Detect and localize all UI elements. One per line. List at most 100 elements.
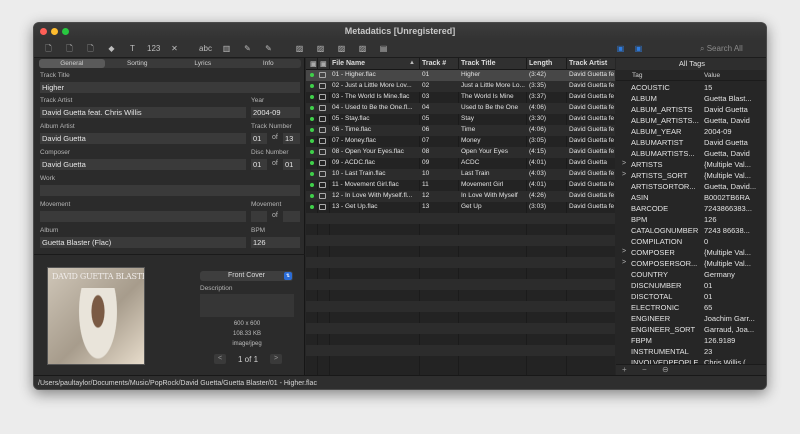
table-row[interactable]: 13 - Get Up.flac 13 Get Up (3:03) David Guet… xyxy=(306,202,615,213)
table-row[interactable] xyxy=(306,279,615,290)
column-length[interactable]: Length xyxy=(529,60,552,67)
track-title-field[interactable]: Higher xyxy=(40,82,300,93)
table-row[interactable] xyxy=(306,257,615,268)
tag-row[interactable]: ALBUM_YEAR 2004-09 xyxy=(616,127,766,138)
disclosure-chevron-icon[interactable]: > xyxy=(622,160,626,167)
table-row[interactable] xyxy=(306,356,615,367)
add-folder-icon[interactable]: 🗋 xyxy=(63,43,76,55)
work-field[interactable] xyxy=(40,185,300,196)
table-row[interactable]: 05 - Stay.flac 05 Stay (3:30) David Guetta f… xyxy=(306,114,615,125)
disclosure-chevron-icon[interactable]: > xyxy=(622,171,626,178)
year-field[interactable]: 2004-09 xyxy=(251,107,300,118)
track-artist-field[interactable]: David Guetta feat. Chris Willis xyxy=(40,107,246,118)
table-row[interactable] xyxy=(306,224,615,235)
table-row[interactable] xyxy=(306,334,615,345)
abc-icon[interactable]: abc xyxy=(199,43,212,55)
tag-icon[interactable]: ◆ xyxy=(105,43,118,55)
column-track-artist[interactable]: Track Artist xyxy=(569,60,607,67)
description-field[interactable] xyxy=(200,294,294,317)
table-row[interactable] xyxy=(306,290,615,301)
track-number-field[interactable]: 01 xyxy=(251,133,267,144)
table-row[interactable]: 12 - In Love With Myself.fl... 12 In Love … xyxy=(306,191,615,202)
table-row[interactable] xyxy=(306,345,615,356)
table-row[interactable]: 07 - Money.flac 07 Money (3:05) David Guetta… xyxy=(306,136,615,147)
table-row[interactable]: 06 - Time.flac 06 Time (4:06) David Guetta f… xyxy=(306,125,615,136)
tag-row[interactable]: ALBUMARTIST David Guetta xyxy=(616,138,766,149)
table-row[interactable] xyxy=(306,268,615,279)
table-row[interactable]: 01 - Higher.flac 01 Higher (3:42) David Guet… xyxy=(306,70,615,81)
table-row[interactable]: 03 - The World Is Mine.flac 03 The World I… xyxy=(306,92,615,103)
table-row[interactable] xyxy=(306,213,615,224)
tag-row[interactable]: ARTISTSORTOR... Guetta, David... xyxy=(616,182,766,193)
tag-row[interactable]: DISCTOTAL 01 xyxy=(616,292,766,303)
table-row[interactable] xyxy=(306,246,615,257)
tag-row[interactable]: ALBUM_ARTISTS David Guetta xyxy=(616,105,766,116)
tools-icon[interactable]: ✕ xyxy=(168,43,181,55)
save-icon[interactable]: ▤ xyxy=(377,43,390,55)
table-row[interactable]: 02 - Just a Little More Lov... 02 Just a L… xyxy=(306,81,615,92)
tag-row[interactable]: COUNTRY Germany xyxy=(616,270,766,281)
library-icon[interactable]: ▥ xyxy=(220,43,233,55)
table-row[interactable]: 10 - Last Train.flac 10 Last Train (4:03) Da… xyxy=(306,169,615,180)
status-column-icon[interactable]: ▣ xyxy=(310,60,317,68)
column-value[interactable]: Value xyxy=(704,72,720,79)
search-field[interactable]: ⌕ Search All xyxy=(700,44,758,55)
tag-row[interactable]: ALBUM Guetta Blast... xyxy=(616,94,766,105)
tab-info[interactable]: Info xyxy=(236,59,302,68)
clean-icon[interactable]: ✎ xyxy=(262,43,275,55)
right-panel-toggle-icon[interactable]: ▣ xyxy=(632,43,645,55)
tag-row[interactable]: ENGINEER Joachim Garr... xyxy=(616,314,766,325)
tag-row[interactable]: ACOUSTIC 15 xyxy=(616,83,766,94)
add-tag-button[interactable]: + xyxy=(622,365,627,374)
track-total-field[interactable]: 13 xyxy=(283,133,300,144)
disc-total-field[interactable]: 01 xyxy=(283,159,300,170)
artwork-column-icon[interactable]: ▣ xyxy=(320,60,327,68)
text-icon[interactable]: T xyxy=(126,43,139,55)
splitter-handle[interactable] xyxy=(34,254,305,257)
tab-sorting[interactable]: Sorting xyxy=(105,59,171,68)
disc-number-field[interactable]: 01 xyxy=(251,159,267,170)
tab-general[interactable]: General xyxy=(39,59,105,68)
movement-number-field[interactable] xyxy=(251,211,267,222)
movement-field[interactable] xyxy=(40,211,246,222)
next-artwork-button[interactable]: > xyxy=(270,354,283,364)
table-row[interactable] xyxy=(306,235,615,246)
album-field[interactable]: Guetta Blaster (Flac) xyxy=(40,237,246,248)
number-icon[interactable]: 123 xyxy=(147,43,160,55)
tag-row[interactable]: DISCNUMBER 01 xyxy=(616,281,766,292)
tag-row[interactable]: > ARTISTS_SORT {Multiple Val... xyxy=(616,171,766,182)
album-artist-field[interactable]: David Guetta xyxy=(40,133,246,144)
table-row[interactable] xyxy=(306,312,615,323)
tag-row[interactable]: ENGINEER_SORT Garraud, Joa... xyxy=(616,325,766,336)
column-track-title[interactable]: Track Title xyxy=(461,60,496,67)
tag-row[interactable]: BARCODE 7243866383... xyxy=(616,204,766,215)
column-tag[interactable]: Tag xyxy=(632,72,642,79)
tag-row[interactable]: INSTRUMENTAL 23 xyxy=(616,347,766,358)
remove-file-icon[interactable]: 🗋 xyxy=(84,43,97,55)
disclosure-chevron-icon[interactable]: > xyxy=(622,248,626,255)
image-remove-icon[interactable]: ▨ xyxy=(335,43,348,55)
column-track-number[interactable]: Track # xyxy=(422,60,446,67)
table-row[interactable]: 08 - Open Your Eyes.flac 08 Open Your Eyes… xyxy=(306,147,615,158)
prev-artwork-button[interactable]: < xyxy=(214,354,226,364)
artwork-type-select[interactable]: Front Cover ⇅ xyxy=(200,271,293,281)
left-panel-toggle-icon[interactable]: ▣ xyxy=(614,43,627,55)
tag-row[interactable]: ELECTRONIC 65 xyxy=(616,303,766,314)
movement-total-field[interactable] xyxy=(283,211,300,222)
remove-tag-button[interactable]: − xyxy=(642,365,647,374)
table-row[interactable]: 04 - Used to Be the One.fl... 04 Used to B… xyxy=(306,103,615,114)
tag-row[interactable]: FBPM 126.9189 xyxy=(616,336,766,347)
tag-row[interactable]: ALBUM_ARTISTS... Guetta, David xyxy=(616,116,766,127)
tag-row[interactable]: BPM 126 xyxy=(616,215,766,226)
table-row[interactable]: 11 - Movement Girl.flac 11 Movement Girl (4… xyxy=(306,180,615,191)
add-file-icon[interactable]: 🗋 xyxy=(42,43,55,55)
tag-options-button[interactable]: ⊖ xyxy=(662,365,669,374)
tag-row[interactable]: > ARTISTS {Multiple Val... xyxy=(616,160,766,171)
image-add-icon[interactable]: ▨ xyxy=(314,43,327,55)
tag-row[interactable]: ASIN B0002TB6RA xyxy=(616,193,766,204)
image-icon[interactable]: ▨ xyxy=(293,43,306,55)
tag-row[interactable]: > COMPOSERSOR... {Multiple Val... xyxy=(616,259,766,270)
composer-field[interactable]: David Guetta xyxy=(40,159,246,170)
tag-row[interactable]: CATALOGNUMBER 7243 86638... xyxy=(616,226,766,237)
table-row[interactable] xyxy=(306,301,615,312)
